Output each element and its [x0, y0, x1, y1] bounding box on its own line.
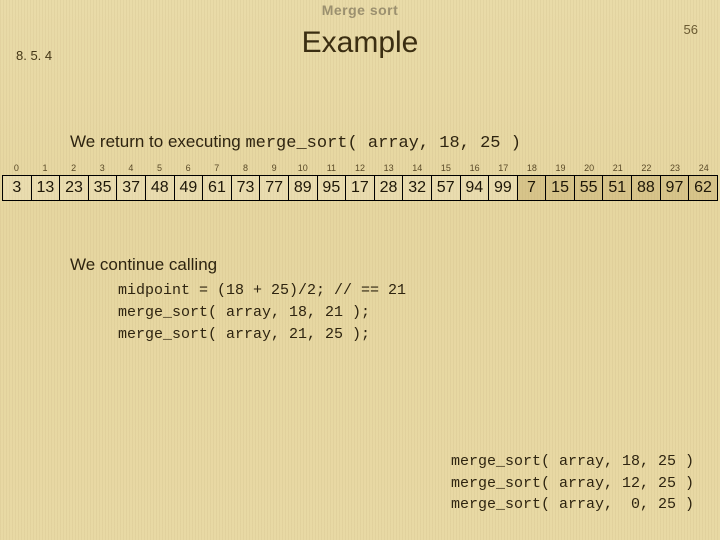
code-block: midpoint = (18 + 25)/2; // == 21 merge_s…	[118, 280, 406, 345]
array-index: 8	[231, 163, 260, 175]
array-cell: 32	[403, 176, 432, 200]
array-index: 7	[202, 163, 231, 175]
body-line-1: We return to executing merge_sort( array…	[70, 132, 521, 153]
slide-title: Example	[0, 26, 720, 60]
array-index: 12	[346, 163, 375, 175]
array-cell: 17	[346, 176, 375, 200]
array-index: 14	[403, 163, 432, 175]
array-cell: 28	[375, 176, 404, 200]
array-index: 2	[59, 163, 88, 175]
body-line-2: We continue calling	[70, 255, 217, 275]
array-cell: 77	[260, 176, 289, 200]
array-index: 18	[518, 163, 547, 175]
array-table: 0123456789101112131415161718192021222324…	[2, 163, 718, 201]
call-stack: merge_sort( array, 18, 25 ) merge_sort( …	[451, 451, 694, 516]
array-cell: 55	[575, 176, 604, 200]
stack-line-3: merge_sort( array, 0, 25 )	[451, 496, 694, 513]
array-cell: 15	[546, 176, 575, 200]
array-index: 5	[145, 163, 174, 175]
array-cell: 49	[175, 176, 204, 200]
array-cell: 13	[32, 176, 61, 200]
array-cell: 94	[461, 176, 490, 200]
array-cell: 7	[518, 176, 547, 200]
array-cell: 99	[489, 176, 518, 200]
slide: Merge sort 56 8. 5. 4 Example We return …	[0, 0, 720, 540]
array-cell: 61	[203, 176, 232, 200]
array-cell: 51	[603, 176, 632, 200]
array-index: 16	[460, 163, 489, 175]
array-cell: 88	[632, 176, 661, 200]
array-cell: 37	[117, 176, 146, 200]
array-index: 15	[432, 163, 461, 175]
stack-line-1: merge_sort( array, 18, 25 )	[451, 453, 694, 470]
array-index: 24	[689, 163, 718, 175]
array-index: 9	[260, 163, 289, 175]
body-line-1-code: merge_sort( array, 18, 25 )	[245, 134, 520, 153]
array-index: 13	[374, 163, 403, 175]
array-cell: 62	[689, 176, 718, 200]
array-index: 22	[632, 163, 661, 175]
code-line-3: merge_sort( array, 21, 25 );	[118, 326, 370, 343]
array-cell: 95	[318, 176, 347, 200]
array-cell: 48	[146, 176, 175, 200]
array-cell: 23	[60, 176, 89, 200]
array-index: 11	[317, 163, 346, 175]
code-line-1: midpoint = (18 + 25)/2; // == 21	[118, 282, 406, 299]
array-cell: 73	[232, 176, 261, 200]
array-cell: 35	[89, 176, 118, 200]
array-index: 19	[546, 163, 575, 175]
array-index-row: 0123456789101112131415161718192021222324	[2, 163, 718, 175]
header-topic: Merge sort	[0, 2, 720, 18]
array-index: 1	[31, 163, 60, 175]
array-index: 20	[575, 163, 604, 175]
array-cell: 57	[432, 176, 461, 200]
array-index: 4	[117, 163, 146, 175]
array-index: 10	[288, 163, 317, 175]
array-cell: 89	[289, 176, 318, 200]
array-index: 21	[603, 163, 632, 175]
array-cell: 97	[661, 176, 690, 200]
array-index: 3	[88, 163, 117, 175]
array-cell: 3	[3, 176, 32, 200]
array-index: 6	[174, 163, 203, 175]
array-index: 17	[489, 163, 518, 175]
array-index: 0	[2, 163, 31, 175]
stack-line-2: merge_sort( array, 12, 25 )	[451, 475, 694, 492]
array-value-row: 3132335374849617377899517283257949971555…	[2, 175, 718, 201]
array-index: 23	[661, 163, 690, 175]
code-line-2: merge_sort( array, 18, 21 );	[118, 304, 370, 321]
body-line-1-text: We return to executing	[70, 132, 245, 151]
